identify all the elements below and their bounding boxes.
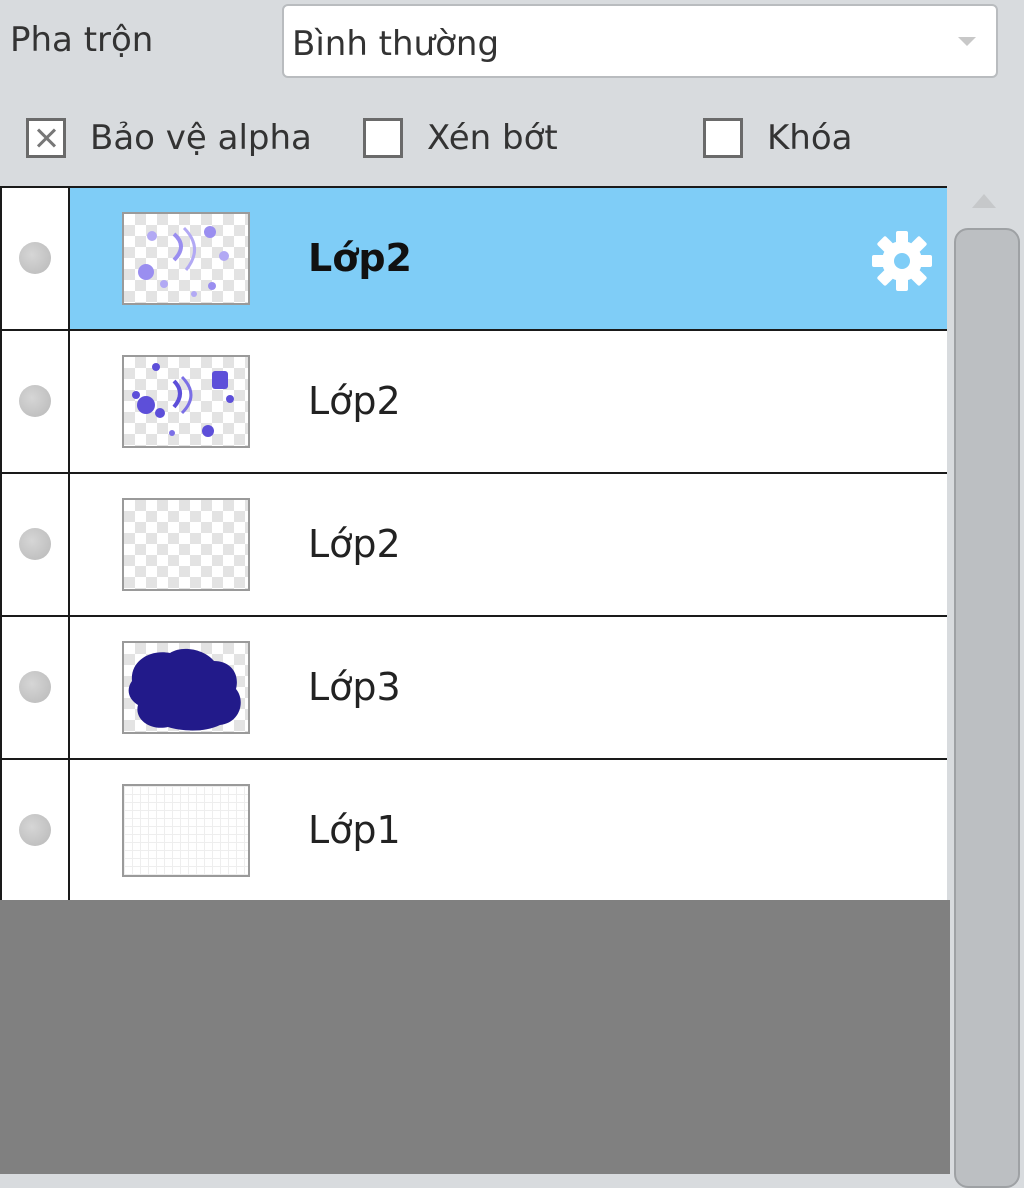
layer-list: Lớp2 Lớp2 Lớp2 Lớp3 Lớp1 <box>0 186 947 903</box>
eye-dot-icon[interactable] <box>19 242 51 274</box>
visibility-toggle[interactable] <box>2 188 70 329</box>
layer-name: Lớp3 <box>308 665 401 709</box>
lock-label: Khóa <box>767 118 853 158</box>
layer-thumbnail <box>122 498 250 591</box>
eye-dot-icon[interactable] <box>19 385 51 417</box>
clip-label: Xén bớt <box>427 118 558 158</box>
checkbox-box[interactable] <box>703 118 743 158</box>
eye-dot-icon[interactable] <box>19 671 51 703</box>
visibility-toggle[interactable] <box>2 331 70 472</box>
protect-alpha-label: Bảo vệ alpha <box>90 118 312 158</box>
checkbox-box[interactable] <box>363 118 403 158</box>
checkbox-box[interactable] <box>26 118 66 158</box>
visibility-toggle[interactable] <box>2 760 70 903</box>
layer-thumbnail <box>122 641 250 734</box>
layer-name: Lớp2 <box>308 379 401 423</box>
blend-mode-label: Pha trộn <box>10 20 154 60</box>
layer-thumbnail <box>122 355 250 448</box>
visibility-toggle[interactable] <box>2 617 70 758</box>
scrollbar-thumb[interactable] <box>954 228 1020 1188</box>
chevron-down-icon[interactable] <box>958 37 976 46</box>
layer-row[interactable]: Lớp2 <box>2 474 947 617</box>
layer-name: Lớp2 <box>308 236 412 280</box>
blend-mode-select[interactable]: Bình thường <box>282 4 998 78</box>
blend-mode-value: Bình thường <box>292 24 500 64</box>
layer-name: Lớp1 <box>308 808 401 852</box>
layer-name: Lớp2 <box>308 522 401 566</box>
gear-icon[interactable] <box>869 228 935 294</box>
layer-thumbnail <box>122 784 250 877</box>
eye-dot-icon[interactable] <box>19 814 51 846</box>
layer-row[interactable]: Lớp3 <box>2 617 947 760</box>
layer-thumbnail <box>122 212 250 305</box>
layer-row[interactable]: Lớp2 <box>2 331 947 474</box>
scroll-up-arrow-icon[interactable] <box>972 194 996 208</box>
empty-layer-area <box>0 900 950 1174</box>
vertical-scrollbar[interactable] <box>950 186 1024 1188</box>
visibility-toggle[interactable] <box>2 474 70 615</box>
layer-row[interactable]: Lớp1 <box>2 760 947 903</box>
layer-row[interactable]: Lớp2 <box>2 188 947 331</box>
eye-dot-icon[interactable] <box>19 528 51 560</box>
